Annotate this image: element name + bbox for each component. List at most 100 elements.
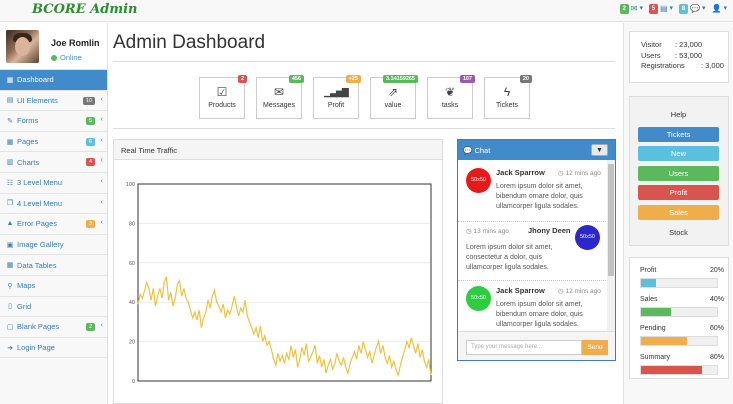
top-nav-icons: 2 ✉ ▾ 5 ▤ ▾ 8 💬 ▾ 👤 ▾ <box>619 4 727 14</box>
top-nav-item[interactable]: 8 💬 ▾ <box>679 4 706 14</box>
scrollbar-thumb[interactable] <box>608 164 614 276</box>
chat-sender-name: Jhony Deen <box>528 226 571 235</box>
chat-header: 💬 Chat ▼ <box>458 140 615 160</box>
tile-products[interactable]: ☑ Products 2 <box>199 75 247 119</box>
sidebar-item-4-level-menu[interactable]: ❐ 4 Level Menu ‹ <box>0 194 107 215</box>
sidebar-item-badge: 2 <box>85 323 95 332</box>
sidebar-item-label: Grid <box>17 301 32 311</box>
stat-label: Registrations <box>641 61 685 70</box>
notification-badge: 8 <box>679 4 689 14</box>
tile-value[interactable]: ⇗ value 3.14159265 <box>370 75 418 119</box>
send-button[interactable]: Send <box>582 340 608 355</box>
right-column: Visitor: 23,000 Users: 53,000 Registration… <box>623 23 733 404</box>
chat-scrollbar[interactable] <box>607 160 615 332</box>
sidebar-item-label: Error Pages <box>17 219 58 229</box>
sales-button[interactable]: Sales <box>638 204 719 220</box>
tickets-button[interactable]: Tickets <box>638 126 719 142</box>
sidebar-item-image-gallery[interactable]: ▣ Image Gallery <box>0 235 107 256</box>
user-icon[interactable]: 👤 <box>712 4 722 14</box>
top-nav-item[interactable]: 2 ✉ ▾ <box>619 4 643 14</box>
help-button[interactable]: Help <box>638 107 719 122</box>
chat-timestamp: ◷ 12 mins ago <box>558 287 601 295</box>
tile-label: Profit <box>327 102 345 109</box>
sidebar-item-charts[interactable]: ▥ Charts 4 ‹ <box>0 152 107 173</box>
progress-fill <box>641 337 687 345</box>
stat-row: Registrations: 3,000 <box>641 61 728 72</box>
progress-row: Pending 60% <box>640 325 728 346</box>
chevron-left-icon: ‹ <box>100 219 103 227</box>
chat-message: 50x50 Jack Sparrow ◷ 12 mins ago Lorem ipsu… <box>458 160 606 222</box>
chevron-down-icon[interactable]: ▼ <box>591 144 608 156</box>
comments-icon[interactable]: 💬 <box>690 4 700 14</box>
sidebar-item-badge: 6 <box>85 137 95 146</box>
new-button[interactable]: New <box>638 146 719 162</box>
progress-percent: 40% <box>709 296 724 303</box>
progress-percent: 80% <box>709 354 724 361</box>
brand-logo[interactable]: BCORE Admin <box>32 2 137 17</box>
leaf-icon: ❦ <box>444 85 456 99</box>
top-navbar: BCORE Admin 2 ✉ ▾ 5 ▤ ▾ 8 💬 ▾ 👤 ▾ <box>0 0 733 22</box>
caret-down-icon[interactable]: ▾ <box>639 4 643 14</box>
chat-title: Chat <box>474 146 491 155</box>
chevron-left-icon: ‹ <box>100 136 103 144</box>
sidebar-item-grid[interactable]: ▯ Grid <box>0 297 107 318</box>
avatar[interactable] <box>6 30 39 63</box>
tile-messages[interactable]: ✉ Messages 456 <box>256 75 304 119</box>
tile-tasks[interactable]: ❦ tasks 107 <box>427 75 475 119</box>
table-icon: ▦ <box>6 138 14 146</box>
chat-avatar: 50x50 <box>466 168 491 193</box>
profit-button[interactable]: Profit <box>638 185 719 201</box>
sidebar-item-login-page[interactable]: ➜ Login Page <box>0 338 107 359</box>
file-icon: ▢ <box>6 323 14 331</box>
sidebar-item-label: Image Gallery <box>17 240 64 250</box>
progress-label: Summary <box>640 354 670 361</box>
chevron-left-icon: ‹ <box>100 177 103 185</box>
sidebar-item-maps[interactable]: ⚲ Maps <box>0 276 107 297</box>
progress-label: Sales <box>640 296 658 303</box>
chat-sender-name: Jack Sparrow <box>496 286 545 295</box>
chevron-left-icon: ‹ <box>100 322 103 330</box>
sidebar-item-3-level-menu[interactable]: ☷ 3 Level Menu ‹ <box>0 173 107 194</box>
sidebar-item-error-pages[interactable]: ▲ Error Pages 3 ‹ <box>0 214 107 235</box>
chat-message-text: Lorem ipsum dolor sit amet, consectetur … <box>466 244 553 271</box>
sidebar-item-label: 3 Level Menu <box>17 178 63 188</box>
chevron-left-icon: ‹ <box>100 198 103 206</box>
page-title: Admin Dashboard <box>113 32 266 53</box>
progress-bar <box>640 307 718 317</box>
stock-button[interactable]: Stock <box>638 225 719 240</box>
sidebar-item-forms[interactable]: ✎ Forms 5 ‹ <box>0 111 107 132</box>
caret-down-icon[interactable]: ▾ <box>670 4 674 14</box>
progress-label-row: Pending 60% <box>640 325 724 334</box>
bar-chart-icon: ▥ <box>6 159 14 167</box>
tile-badge: 2 <box>237 75 247 83</box>
sidebar-item-ui-elements[interactable]: ▤ UI Elements 10 ‹ <box>0 91 107 112</box>
sidebar-item-label: UI Elements <box>17 95 58 105</box>
tile-profit[interactable]: ▁▃▅▇ Profit +25 <box>313 75 361 119</box>
progress-label: Profit <box>640 267 657 274</box>
users-button[interactable]: Users <box>638 165 719 181</box>
traffic-panel: Real Time Traffic 0 20 40 60 80 100 <box>113 139 443 404</box>
online-status-icon <box>51 54 57 61</box>
chevron-left-icon: ‹ <box>100 116 103 124</box>
progress-fill <box>641 366 702 374</box>
caret-down-icon[interactable]: ▾ <box>702 4 706 14</box>
chat-messages[interactable]: 50x50 Jack Sparrow ◷ 12 mins ago Lorem ipsu… <box>458 160 615 332</box>
comments-icon: 💬 <box>463 146 473 155</box>
chat-time-text: 12 mins ago <box>565 288 601 295</box>
sidebar-item-blank-pages[interactable]: ▢ Blank Pages 2 ‹ <box>0 317 107 338</box>
sidebar-item-dashboard[interactable]: ▦ Dashboard <box>0 70 107 91</box>
tile-badge: 107 <box>459 75 475 83</box>
top-nav-item[interactable]: 5 ▤ ▾ <box>648 4 674 14</box>
chat-message-input[interactable]: Type your message here... <box>466 340 582 355</box>
sidebar-item-data-tables[interactable]: ▦ Data Tables <box>0 255 107 276</box>
check-square-icon: ☑ <box>216 85 228 99</box>
sidebar-item-label: Forms <box>17 116 39 126</box>
caret-down-icon[interactable]: ▾ <box>723 4 727 14</box>
tasks-icon[interactable]: ▤ <box>660 4 668 14</box>
progress-fill <box>641 279 657 287</box>
tile-label: value <box>384 102 402 109</box>
sidebar-item-pages[interactable]: ▦ Pages 6 ‹ <box>0 132 107 153</box>
envelope-icon[interactable]: ✉ <box>631 4 638 14</box>
tile-tickets[interactable]: ϟ Tickets 20 <box>484 75 532 119</box>
top-nav-item[interactable]: 👤 ▾ <box>712 4 727 14</box>
